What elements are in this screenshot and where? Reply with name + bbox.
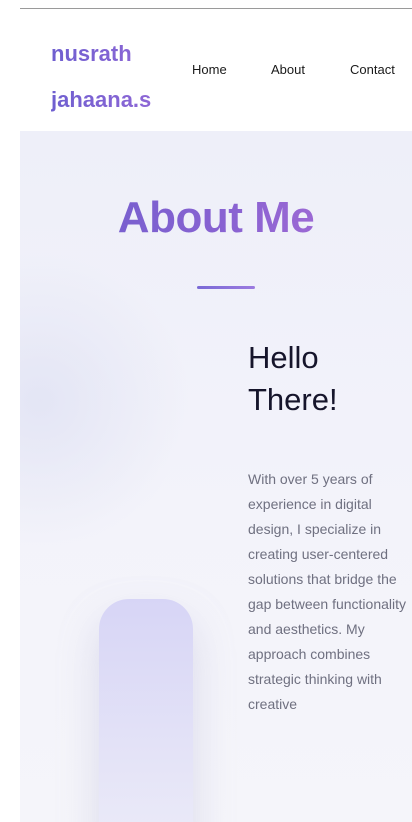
brand-logo[interactable]: nusrath jahaana.s: [51, 31, 191, 123]
title-underline: [197, 286, 255, 289]
nav-home-link[interactable]: Home: [192, 62, 227, 77]
brand-line-2: jahaana.s: [51, 87, 152, 112]
nav-contact-link[interactable]: Contact: [350, 62, 395, 77]
section-title: About Me: [20, 193, 412, 243]
decorative-circle: [20, 251, 190, 551]
site-header: nusrath jahaana.s Home About Contact: [20, 9, 412, 131]
about-section: About Me Hello There! With over 5 years …: [20, 131, 412, 822]
profile-image-placeholder: [99, 599, 193, 822]
brand-line-1: nusrath: [51, 41, 132, 66]
page: nusrath jahaana.s Home About Contact Abo…: [0, 0, 412, 822]
nav-about-link[interactable]: About: [271, 62, 305, 77]
hello-heading: Hello There!: [248, 340, 338, 417]
about-paragraph: With over 5 years of experience in digit…: [248, 471, 406, 712]
main-nav: Home About Contact: [192, 62, 412, 82]
